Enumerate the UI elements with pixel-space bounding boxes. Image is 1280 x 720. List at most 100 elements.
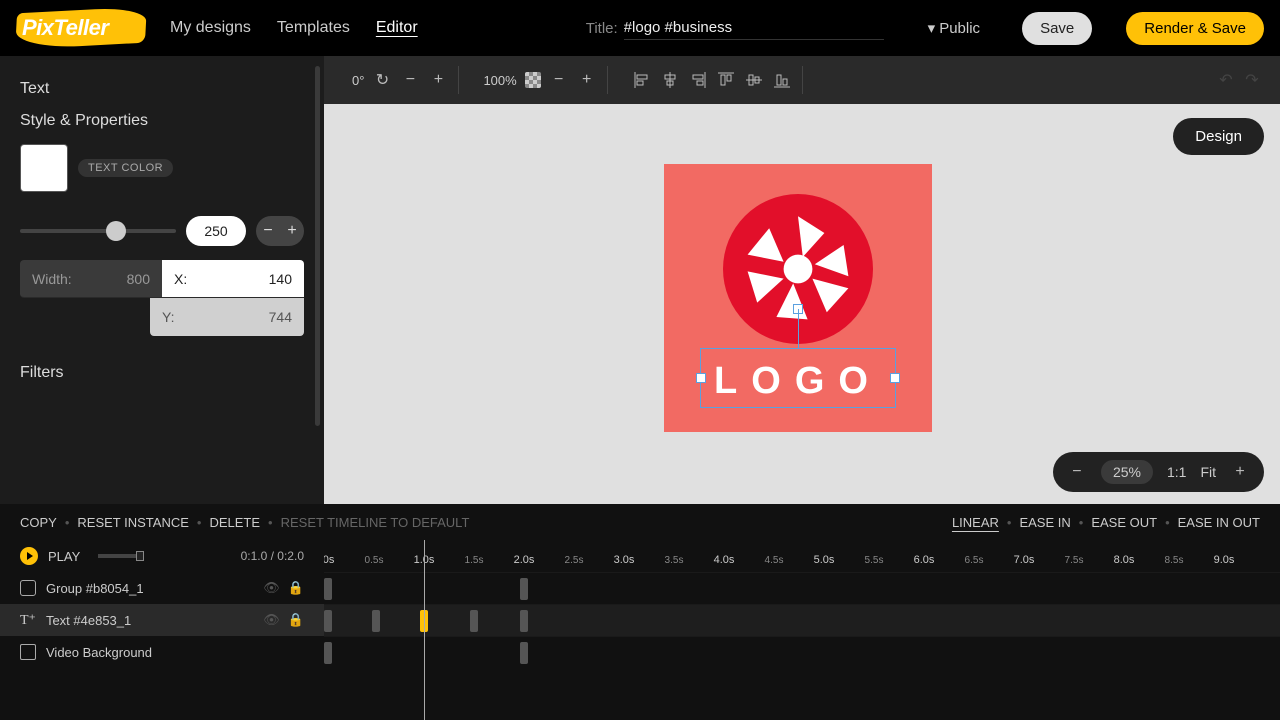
lock-icon[interactable]: 🔒 [288,580,304,596]
group-icon [20,580,36,596]
align-left-icon[interactable] [632,70,652,90]
title-input[interactable] [624,16,884,40]
render-save-button[interactable]: Render & Save [1126,12,1264,45]
timeline-scrubber-mini[interactable] [98,554,142,558]
selection-handle-right[interactable] [890,373,900,383]
main-nav: My designs Templates Editor [170,19,418,37]
text-color-label: TEXT COLOR [78,159,173,177]
track-group[interactable] [324,572,1280,604]
opacity-plus[interactable]: + [577,70,597,90]
track-text[interactable] [324,604,1280,636]
section-filters[interactable]: Filters [20,364,304,382]
timeline-ruler[interactable]: 0.0s0.5s1.0s1.5s2.0s2.5s3.0s3.5s4.0s4.5s… [324,540,1280,572]
nav-editor[interactable]: Editor [376,19,418,37]
title-label: Title: [586,20,618,37]
text-color-swatch[interactable] [20,144,68,192]
text-icon: T⁺ [20,612,36,629]
app-header: PixTeller My designs Templates Editor Ti… [0,0,1280,56]
visibility-dropdown[interactable]: ▾ Public [928,19,980,37]
logo[interactable]: PixTeller [16,8,146,48]
ruler-tick: 6.0s [914,554,935,566]
ease-linear[interactable]: LINEAR [952,515,999,530]
ruler-tick: 2.0s [514,554,535,566]
video-icon [20,644,36,660]
y-field[interactable]: Y: 744 [150,298,304,336]
section-text[interactable]: Text [20,80,304,98]
ease-in[interactable]: EASE IN [1019,515,1070,530]
zoom-in-icon[interactable]: + [1230,462,1250,482]
align-top-icon[interactable] [716,70,736,90]
ruler-tick: 7.5s [1065,555,1084,566]
ruler-tick: 1.5s [465,555,484,566]
ruler-tick: 4.0s [714,554,735,566]
ruler-tick: 8.0s [1114,554,1135,566]
visibility-icon[interactable]: 👁 [263,612,280,628]
ease-out[interactable]: EASE OUT [1091,515,1157,530]
visibility-icon[interactable]: 👁 [263,580,280,596]
track-video[interactable] [324,636,1280,668]
ruler-tick: 2.5s [565,555,584,566]
canvas[interactable]: Design LOGO [324,104,1280,504]
layer-list: PLAY 0:1.0 / 0:2.0 Group #b8054_1 👁🔒 T⁺ … [0,540,324,720]
design-mode-toggle[interactable]: Design [1173,118,1264,155]
lock-icon[interactable]: 🔒 [288,612,304,628]
undo-icon[interactable]: ↶ [1216,70,1236,90]
chevron-down-icon: ▾ [928,19,936,37]
ease-in-out[interactable]: EASE IN OUT [1178,515,1260,530]
ruler-tick: 7.0s [1014,554,1035,566]
ruler-tick: 0.0s [324,554,334,566]
rotate-minus[interactable]: − [400,70,420,90]
ruler-tick: 0.5s [365,555,384,566]
properties-sidebar: Text Style & Properties TEXT COLOR 250 −… [0,56,324,504]
rotate-plus[interactable]: + [428,70,448,90]
action-delete[interactable]: DELETE [209,515,260,530]
size-decrement[interactable]: − [256,216,280,246]
align-center-h-icon[interactable] [660,70,680,90]
zoom-value[interactable]: 25% [1101,460,1153,484]
playhead[interactable] [424,540,425,720]
align-bottom-icon[interactable] [772,70,792,90]
width-field[interactable]: Width: 800 [20,260,162,298]
rotate-value: 0° [352,73,364,88]
artboard[interactable]: LOGO [664,164,932,432]
ruler-tick: 6.5s [965,555,984,566]
align-center-v-icon[interactable] [744,70,764,90]
time-display: 0:1.0 / 0:2.0 [241,549,304,563]
section-style[interactable]: Style & Properties [20,112,304,130]
action-copy[interactable]: COPY [20,515,57,530]
ruler-tick: 9.0s [1214,554,1235,566]
size-slider[interactable] [20,229,176,233]
timeline-tracks[interactable]: 0.0s0.5s1.0s1.5s2.0s2.5s3.0s3.5s4.0s4.5s… [324,540,1280,720]
save-button[interactable]: Save [1022,12,1092,45]
slider-thumb[interactable] [106,221,126,241]
selection-handle-left[interactable] [696,373,706,383]
zoom-1to1[interactable]: 1:1 [1167,464,1186,480]
layer-row-text[interactable]: T⁺ Text #4e853_1 👁🔒 [0,604,324,636]
opacity-value: 100% [483,73,516,88]
zoom-fit[interactable]: Fit [1200,464,1216,480]
opacity-icon [525,72,541,88]
layer-row-group[interactable]: Group #b8054_1 👁🔒 [0,572,324,604]
selection-box [700,348,896,408]
x-field[interactable]: X: 140 [162,260,304,298]
action-reset-instance[interactable]: RESET INSTANCE [77,515,188,530]
rotate-icon[interactable]: ↻ [372,70,392,90]
logo-text: PixTeller [16,15,108,41]
opacity-minus[interactable]: − [549,70,569,90]
ruler-tick: 4.5s [765,555,784,566]
layer-row-video[interactable]: Video Background [0,636,324,668]
action-reset-timeline[interactable]: RESET TIMELINE TO DEFAULT [281,515,470,530]
nav-templates[interactable]: Templates [277,19,350,37]
ruler-tick: 5.0s [814,554,835,566]
nav-my-designs[interactable]: My designs [170,19,251,37]
align-right-icon[interactable] [688,70,708,90]
ruler-tick: 8.5s [1165,555,1184,566]
play-button[interactable] [20,547,38,565]
size-value[interactable]: 250 [186,216,246,246]
zoom-out-icon[interactable]: − [1067,462,1087,482]
redo-icon[interactable]: ↷ [1242,70,1262,90]
size-increment[interactable]: + [280,216,304,246]
zoom-controls: − 25% 1:1 Fit + [1053,452,1264,492]
timeline-panel: COPY• RESET INSTANCE• DELETE• RESET TIME… [0,504,1280,720]
canvas-toolbar: 0° ↻ − + 100% − + ↶ ↷ [324,56,1280,104]
